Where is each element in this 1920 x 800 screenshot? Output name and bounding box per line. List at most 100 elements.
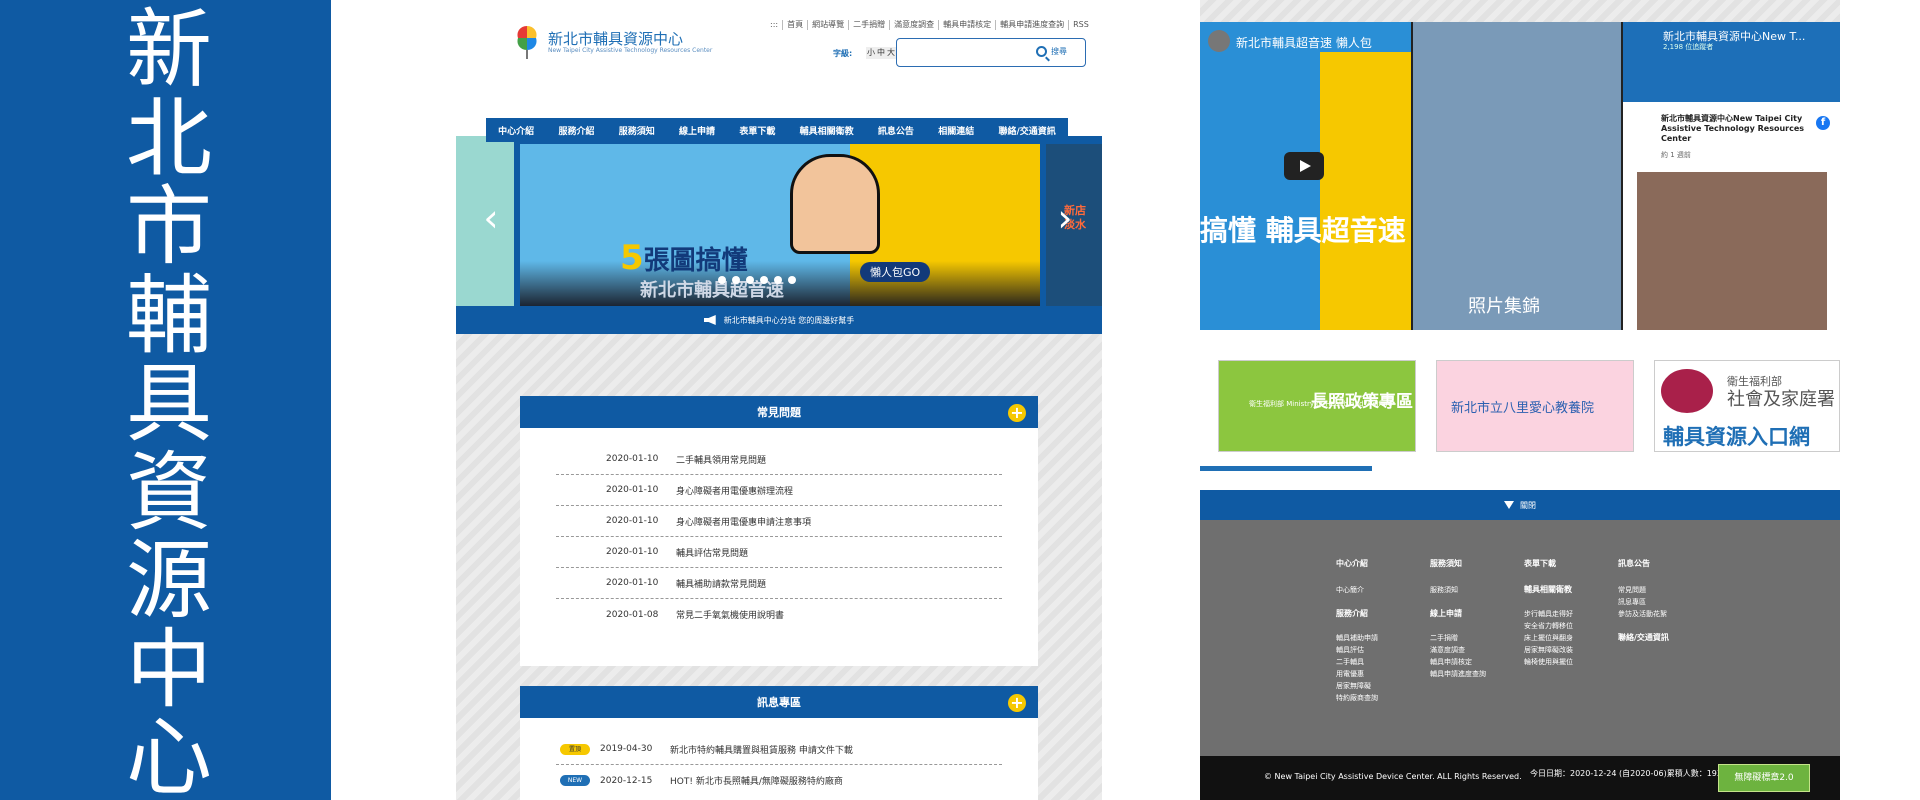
faq-more-plus-icon[interactable]: +: [1008, 404, 1026, 422]
announcement-text[interactable]: 新北市輔具中心分站 您的周邊好幫手: [724, 315, 855, 326]
logo-name[interactable]: 新北市輔具資源中心: [548, 28, 683, 49]
carousel-prev-arrow-icon[interactable]: ‹: [478, 198, 504, 238]
top-link[interactable]: 網站導覽: [807, 20, 848, 30]
news-row[interactable]: NEW 2020-12-15 HOT! 新北市長照輔具/無障礙服務特約廠商: [556, 765, 1002, 796]
page-name[interactable]: 新北市輔具資源中心New Taipei City Assistive Techn…: [1661, 114, 1811, 144]
footer-link[interactable]: 輪椅使用與擺位: [1524, 656, 1614, 668]
ltc-policy-logo[interactable]: 長照政策專區 衛生福利部 Ministry of Health and Welf…: [1218, 360, 1416, 452]
top-link[interactable]: RSS: [1068, 20, 1093, 30]
video-avatar: [1208, 30, 1230, 52]
nav-item[interactable]: 服務須知: [619, 124, 655, 137]
footer-link[interactable]: 床上擺位與翻身: [1524, 632, 1614, 644]
play-icon[interactable]: [1284, 152, 1324, 180]
top-link[interactable]: 輔具申請核定: [938, 20, 995, 30]
footer-link[interactable]: 用電優惠: [1336, 668, 1426, 680]
carousel-dot[interactable]: [788, 276, 796, 284]
footer-link[interactable]: 特約廠商查詢: [1336, 692, 1426, 704]
footer-link[interactable]: 二手捐贈: [1430, 632, 1520, 644]
footer-link[interactable]: 居家無障礙改裝: [1524, 644, 1614, 656]
house-icon: [1661, 369, 1713, 413]
faq-link[interactable]: 身心障礙者用電優惠辦理流程: [676, 484, 793, 497]
faq-panel: 常見問題 + 2020-01-10 二手輔具領用常見問題 2020-01-10 身心障…: [520, 396, 1038, 666]
at-portal-logo[interactable]: 衛生福利部 社會及家庭署 輔具資源入口網: [1654, 360, 1840, 452]
facebook-photo[interactable]: 照片集錦: [1413, 22, 1621, 330]
footer-heading[interactable]: 訊息公告: [1618, 558, 1708, 570]
footer-heading[interactable]: 聯絡/交通資訊: [1618, 632, 1708, 644]
footer-link[interactable]: 中心簡介: [1336, 584, 1426, 596]
carousel-dot[interactable]: [718, 276, 726, 284]
news-link[interactable]: HOT! 新北市長照輔具/無障礙服務特約廠商: [670, 774, 843, 787]
news-more-plus-icon[interactable]: +: [1008, 694, 1026, 712]
footer-heading[interactable]: 中心介紹: [1336, 558, 1426, 570]
faq-link[interactable]: 輔具補助請款常見問題: [676, 577, 766, 590]
footer-link[interactable]: 步行輔具走得好: [1524, 608, 1614, 620]
footer-heading[interactable]: 表單下載: [1524, 558, 1614, 570]
footer-link[interactable]: 安全省力轉移位: [1524, 620, 1614, 632]
footer-link[interactable]: 輔具申請核定: [1430, 656, 1520, 668]
carousel-next-arrow-icon[interactable]: ›: [1052, 198, 1078, 238]
faq-link[interactable]: 常見二手氧氣機使用說明書: [676, 608, 784, 621]
footer-link[interactable]: 輔具評估: [1336, 644, 1426, 656]
post-time: 約 1 週前: [1661, 151, 1691, 159]
nav-item[interactable]: 訊息公告: [878, 124, 914, 137]
megaphone-icon: [703, 315, 716, 325]
facebook-video[interactable]: 新北市輔具超音速 懶人包 搞懂 輔具超音速: [1200, 22, 1411, 330]
faq-title: 常見問題: [757, 406, 801, 419]
bali-title: 新北市立八里愛心教養院: [1451, 401, 1595, 416]
carousel-dot[interactable]: [760, 276, 768, 284]
faq-row[interactable]: 2020-01-10 輔具評估常見問題: [556, 537, 1002, 568]
footer-close-button[interactable]: 關閉: [1200, 490, 1840, 520]
font-small-button[interactable]: 小: [866, 47, 876, 59]
faq-row[interactable]: 2020-01-10 身心障礙者用電優惠辦理流程: [556, 475, 1002, 506]
footer-heading[interactable]: 服務須知: [1430, 558, 1520, 570]
faq-link[interactable]: 二手輔具領用常見問題: [676, 453, 766, 466]
at-portal-title: 輔具資源入口網: [1663, 425, 1810, 449]
nav-item[interactable]: 表單下載: [739, 124, 775, 137]
faq-row[interactable]: 2020-01-10 身心障礙者用電優惠申請注意事項: [556, 506, 1002, 537]
top-link[interactable]: 首頁: [782, 20, 807, 30]
carousel-dot[interactable]: [774, 276, 782, 284]
facebook-widget: 新北市輔具超音速 懶人包 搞懂 輔具超音速 照片集錦 新北市輔具資源中心New …: [1200, 22, 1840, 330]
footer-link[interactable]: 二手輔具: [1336, 656, 1426, 668]
footer-link[interactable]: 常見問題: [1618, 584, 1708, 596]
faq-row[interactable]: 2020-01-10 輔具補助請款常見問題: [556, 568, 1002, 599]
footer-link[interactable]: 服務須知: [1430, 584, 1520, 596]
top-link[interactable]: 輔具申請進度查詢: [995, 20, 1068, 30]
top-link[interactable]: :::: [766, 20, 782, 30]
search-input[interactable]: 搜尋: [896, 38, 1086, 67]
accessibility-badge[interactable]: 無障礙標章2.0: [1718, 764, 1810, 792]
post-image[interactable]: [1637, 172, 1827, 330]
footer-link[interactable]: 滿意度調查: [1430, 644, 1520, 656]
bali-institute-logo[interactable]: 新北市立八里愛心教養院: [1436, 360, 1634, 452]
footer-link[interactable]: 輔具補助申請: [1336, 632, 1426, 644]
footer-heading[interactable]: 線上申請: [1430, 608, 1520, 620]
faq-link[interactable]: 輔具評估常見問題: [676, 546, 748, 559]
footer-link[interactable]: 居家無障礙: [1336, 680, 1426, 692]
nav-item[interactable]: 相關連結: [938, 124, 974, 137]
footer-link[interactable]: 輔具申請進度查詢: [1430, 668, 1520, 680]
carousel-dot[interactable]: [732, 276, 740, 284]
news-link[interactable]: 新北市特約輔具購置與租賃服務 申請文件下載: [670, 743, 853, 756]
font-medium-button[interactable]: 中: [876, 47, 886, 59]
carousel-dot[interactable]: [746, 276, 754, 284]
faq-row[interactable]: 2020-01-10 二手輔具領用常見問題: [556, 444, 1002, 475]
footer-heading[interactable]: 輔具相關衛教: [1524, 584, 1614, 596]
top-link[interactable]: 二手捐贈: [848, 20, 889, 30]
nav-item[interactable]: 聯絡/交通資訊: [999, 124, 1056, 137]
footer-heading[interactable]: 服務介紹: [1336, 608, 1426, 620]
nav-item[interactable]: 服務介紹: [558, 124, 594, 137]
footer-column: 中心介紹中心簡介服務介紹輔具補助申請 輔具評估 二手輔具 用電優惠 居家無障礙 特約廠商查…: [1336, 558, 1426, 704]
faq-list: 2020-01-10 二手輔具領用常見問題 2020-01-10 身心障礙者用電優惠辦…: [520, 428, 1038, 630]
search-button[interactable]: 搜尋: [1036, 46, 1067, 57]
font-large-button[interactable]: 大: [886, 47, 896, 59]
facebook-page-card[interactable]: 新北市輔具資源中心New T... 2,198 位追蹤者 新北市輔具資源中心Ne…: [1623, 22, 1840, 330]
faq-row[interactable]: 2020-01-08 常見二手氧氣機使用說明書: [556, 599, 1002, 630]
top-link[interactable]: 滿意度調查: [889, 20, 938, 30]
nav-item[interactable]: 輔具相關衛教: [800, 124, 854, 137]
footer-link[interactable]: 參訪及活動花絮: [1618, 608, 1708, 620]
nav-item[interactable]: 中心介紹: [498, 124, 534, 137]
nav-item[interactable]: 線上申請: [679, 124, 715, 137]
news-row[interactable]: 置頂 2019-04-30 新北市特約輔具購置與租賃服務 申請文件下載: [556, 734, 1002, 765]
faq-link[interactable]: 身心障礙者用電優惠申請注意事項: [676, 515, 811, 528]
footer-link[interactable]: 訊息專區: [1618, 596, 1708, 608]
